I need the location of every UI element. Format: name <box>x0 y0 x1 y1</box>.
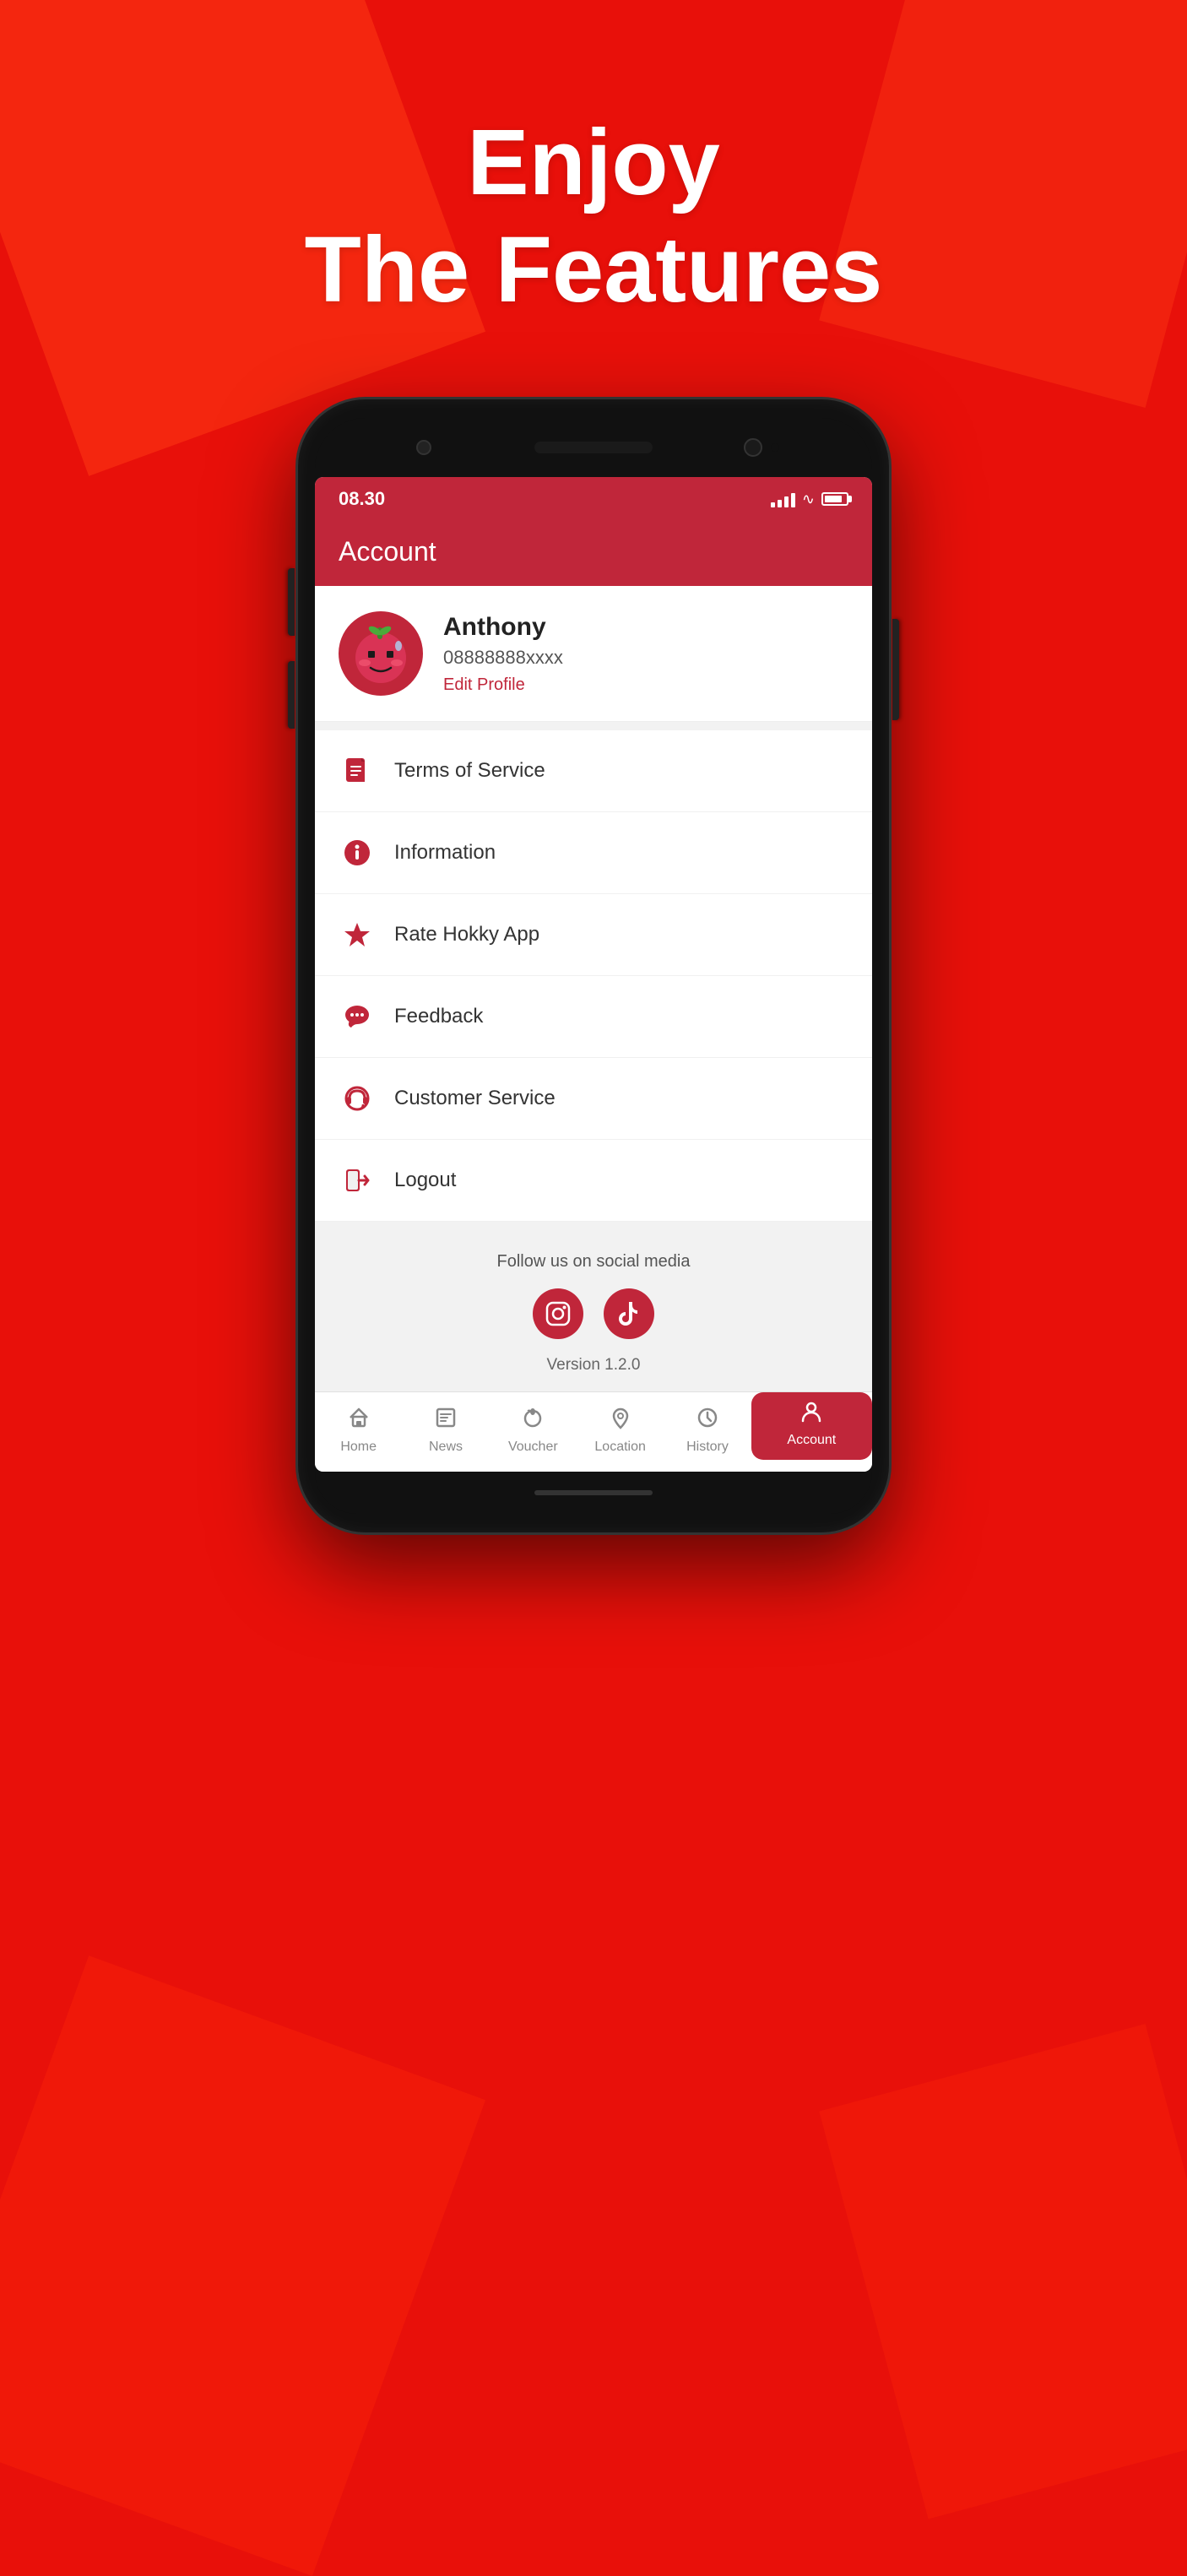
phone-mockup: 08.30 ∿ Account <box>298 399 889 1532</box>
home-indicator <box>534 1490 653 1495</box>
news-icon <box>434 1406 458 1435</box>
battery-icon <box>821 492 848 506</box>
phone-bottom-bar <box>315 1472 872 1514</box>
follow-text: Follow us on social media <box>339 1252 848 1272</box>
battery-fill <box>825 496 842 502</box>
customer-service-label: Customer Service <box>394 1087 556 1110</box>
side-button-volume-up <box>288 568 295 636</box>
terms-icon <box>339 752 376 789</box>
nav-item-account[interactable]: Account <box>751 1392 872 1460</box>
customer-service-icon <box>339 1080 376 1117</box>
side-button-power <box>892 619 899 720</box>
app-header: Account <box>315 521 872 586</box>
hero-section: Enjoy The Features <box>305 110 883 323</box>
information-icon <box>339 834 376 871</box>
signal-bar-4 <box>791 493 795 507</box>
avatar-image <box>341 614 420 693</box>
social-section: Follow us on social media <box>315 1222 872 1391</box>
account-icon <box>799 1399 823 1429</box>
menu-item-customer-service[interactable]: Customer Service <box>315 1058 872 1140</box>
tiktok-button[interactable] <box>604 1288 654 1339</box>
version-text: Version 1.2.0 <box>339 1356 848 1375</box>
nav-item-home[interactable]: Home <box>315 1401 402 1460</box>
hero-line2: The Features <box>305 218 883 322</box>
wifi-icon: ∿ <box>802 491 815 508</box>
profile-phone: 08888888xxxx <box>443 647 848 669</box>
edit-profile-link[interactable]: Edit Profile <box>443 675 848 695</box>
status-time: 08.30 <box>339 488 385 510</box>
home-label: Home <box>340 1440 377 1455</box>
status-icons: ∿ <box>771 491 848 508</box>
social-icons <box>339 1288 848 1339</box>
side-button-volume-down <box>288 661 295 729</box>
menu-item-feedback[interactable]: Feedback <box>315 976 872 1058</box>
bg-shape-bottom-left <box>0 1955 485 2576</box>
logout-icon <box>339 1162 376 1199</box>
history-label: History <box>686 1440 729 1455</box>
rate-icon <box>339 916 376 953</box>
bottom-nav: Home News <box>315 1391 872 1472</box>
camera-left <box>416 440 431 455</box>
account-label: Account <box>787 1433 836 1448</box>
signal-bars-icon <box>771 491 795 507</box>
voucher-label: Voucher <box>508 1440 558 1455</box>
camera-dot <box>771 443 779 452</box>
home-icon <box>347 1406 371 1435</box>
menu-item-information[interactable]: Information <box>315 812 872 894</box>
location-icon <box>609 1406 632 1435</box>
nav-item-voucher[interactable]: Voucher <box>490 1401 577 1460</box>
signal-bar-1 <box>771 502 775 507</box>
feedback-label: Feedback <box>394 1005 483 1028</box>
nav-item-news[interactable]: News <box>402 1401 489 1460</box>
feedback-icon <box>339 998 376 1035</box>
phone-top-bar <box>315 418 872 477</box>
logout-label: Logout <box>394 1169 456 1192</box>
location-label: Location <box>594 1440 646 1455</box>
avatar <box>339 611 423 696</box>
menu-list: Terms of Service Information <box>315 730 872 1222</box>
instagram-button[interactable] <box>533 1288 583 1339</box>
profile-name: Anthony <box>443 613 848 642</box>
terms-label: Terms of Service <box>394 759 545 783</box>
app-header-title: Account <box>339 536 848 567</box>
menu-item-terms[interactable]: Terms of Service <box>315 730 872 812</box>
phone-shell: 08.30 ∿ Account <box>298 399 889 1532</box>
speaker <box>534 442 653 453</box>
hero-line1: Enjoy <box>467 111 720 214</box>
profile-section: Anthony 08888888xxxx Edit Profile <box>315 586 872 722</box>
voucher-icon <box>521 1406 545 1435</box>
history-icon <box>696 1406 719 1435</box>
camera-front <box>744 438 762 457</box>
bg-shape-bottom-right <box>819 2024 1187 2519</box>
signal-bar-2 <box>778 500 782 507</box>
news-label: News <box>429 1440 463 1455</box>
phone-screen: 08.30 ∿ Account <box>315 477 872 1472</box>
signal-bar-3 <box>784 496 789 507</box>
status-bar: 08.30 ∿ <box>315 477 872 521</box>
nav-item-history[interactable]: History <box>664 1401 751 1460</box>
nav-item-location[interactable]: Location <box>577 1401 664 1460</box>
profile-info: Anthony 08888888xxxx Edit Profile <box>443 613 848 695</box>
menu-item-logout[interactable]: Logout <box>315 1140 872 1222</box>
information-label: Information <box>394 841 496 865</box>
rate-label: Rate Hokky App <box>394 923 539 946</box>
menu-item-rate[interactable]: Rate Hokky App <box>315 894 872 976</box>
